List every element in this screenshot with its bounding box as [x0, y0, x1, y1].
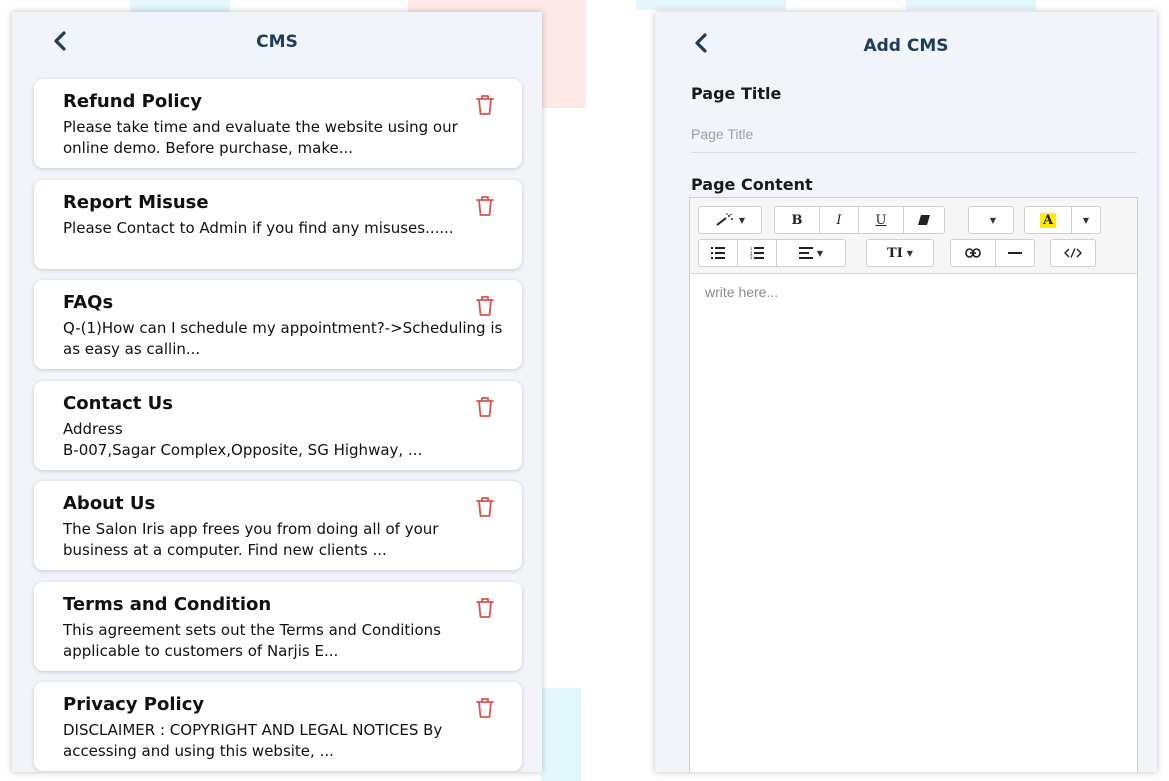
chevron-down-icon: ▼ — [816, 248, 824, 258]
list-item[interactable]: Contact Us Address B-007,Sagar Complex,O… — [34, 380, 522, 470]
list-item[interactable]: Privacy Policy DISCLAIMER : COPYRIGHT AN… — [34, 682, 522, 771]
text-size-icon: TI — [887, 245, 903, 261]
trash-icon[interactable] — [474, 93, 496, 117]
numbered-list-button[interactable]: 1 2 3 — [737, 239, 777, 267]
item-title: Privacy Policy — [63, 694, 205, 715]
insert-group — [950, 239, 1035, 267]
cms-page-list: Refund Policy Please take time and evalu… — [34, 79, 522, 772]
color-group: A ▼ — [1024, 206, 1101, 234]
list-item[interactable]: FAQs Q-(1)How can I schedule my appointm… — [34, 280, 522, 369]
chevron-down-icon: ▼ — [738, 215, 746, 225]
style-group: ▼ — [698, 206, 762, 234]
link-icon — [965, 248, 981, 258]
paragraph-align-button[interactable]: ▼ — [776, 239, 846, 267]
rich-text-editor: ▼ B I U ▼ A ▼ 1 2 3 ▼ TI ▼ write here... — [689, 197, 1138, 772]
trash-icon[interactable] — [474, 696, 496, 720]
text-size-group: TI ▼ — [866, 239, 934, 267]
trash-icon[interactable] — [474, 596, 496, 620]
page-title-input[interactable] — [691, 116, 1137, 153]
item-description: Q-(1)How can I schedule my appointment?-… — [63, 319, 503, 358]
item-title: FAQs — [63, 292, 114, 313]
numbered-list-icon: 1 2 3 — [750, 247, 764, 259]
trash-icon[interactable] — [474, 194, 496, 218]
background-decoration — [636, 0, 786, 10]
svg-text:3: 3 — [750, 255, 753, 259]
page-title-label: Page Title — [691, 84, 782, 103]
horizontal-rule-icon — [1008, 252, 1022, 254]
chevron-down-icon: ▼ — [1082, 215, 1090, 225]
highlight-a-icon: A — [1039, 212, 1057, 228]
eraser-button[interactable] — [903, 206, 945, 234]
chevron-down-icon: ▼ — [906, 248, 913, 258]
bold-button[interactable]: B — [774, 206, 820, 234]
header-bar: CMS — [12, 12, 542, 72]
link-button[interactable] — [950, 239, 996, 267]
code-view-button[interactable] — [1050, 239, 1096, 267]
item-title: Refund Policy — [63, 91, 202, 112]
font-dropdown[interactable]: ▼ — [968, 206, 1014, 234]
highlight-color-button[interactable]: A — [1024, 206, 1072, 234]
item-title: Terms and Condition — [63, 593, 272, 615]
page-content-label: Page Content — [691, 175, 813, 194]
horizontal-rule-button[interactable] — [995, 239, 1035, 267]
item-title: Report Misuse — [63, 191, 209, 213]
color-dropdown[interactable]: ▼ — [1071, 206, 1101, 234]
code-group — [1050, 239, 1096, 267]
trash-icon[interactable] — [474, 294, 496, 318]
header-bar: Add CMS — [655, 12, 1157, 72]
trash-icon[interactable] — [474, 395, 496, 419]
item-description: The Salon Iris app frees you from doing … — [63, 520, 439, 559]
bullet-list-button[interactable] — [698, 239, 738, 267]
page-title: Add CMS — [863, 36, 949, 56]
trash-icon[interactable] — [474, 495, 496, 519]
code-icon — [1064, 248, 1082, 258]
item-description: DISCLAIMER : COPYRIGHT AND LEGAL NOTICES… — [63, 721, 443, 760]
underline-button[interactable]: U — [858, 206, 904, 234]
page-title: CMS — [256, 32, 298, 52]
background-decoration — [541, 688, 581, 781]
add-cms-screen: Add CMS Page Title Page Content ▼ B I U — [655, 12, 1157, 772]
bullet-list-icon — [711, 247, 725, 259]
editor-content-area[interactable]: write here... — [705, 284, 1122, 768]
magic-wand-icon — [716, 213, 733, 226]
font-style-group: B I U — [774, 206, 945, 234]
list-item[interactable]: Report Misuse Please Contact to Admin if… — [34, 179, 522, 269]
align-left-icon — [798, 247, 813, 259]
item-title: Contact Us — [63, 392, 174, 414]
list-group: 1 2 3 ▼ — [698, 239, 846, 267]
background-decoration — [906, 0, 1036, 10]
italic-button[interactable]: I — [819, 206, 859, 234]
cms-list-screen: CMS Refund Policy Please take time and e… — [12, 12, 542, 772]
text-size-button[interactable]: TI ▼ — [866, 239, 934, 267]
item-title: About Us — [63, 493, 156, 514]
chevron-down-icon: ▼ — [989, 215, 997, 225]
item-description: Address B-007,Sagar Complex,Opposite, SG… — [63, 419, 423, 459]
item-description: Please Contact to Admin if you find any … — [63, 218, 454, 237]
font-name-group: ▼ — [968, 206, 1014, 234]
item-description: Please take time and evaluate the websit… — [63, 118, 458, 157]
magic-wand-button[interactable]: ▼ — [698, 206, 762, 234]
list-item[interactable]: Refund Policy Please take time and evalu… — [34, 79, 522, 168]
list-item[interactable]: About Us The Salon Iris app frees you fr… — [34, 481, 522, 570]
list-item[interactable]: Terms and Condition This agreement sets … — [34, 581, 522, 671]
editor-toolbar: ▼ B I U ▼ A ▼ 1 2 3 ▼ TI ▼ — [690, 198, 1137, 274]
item-description: This agreement sets out the Terms and Co… — [63, 620, 441, 660]
eraser-icon — [918, 215, 930, 225]
